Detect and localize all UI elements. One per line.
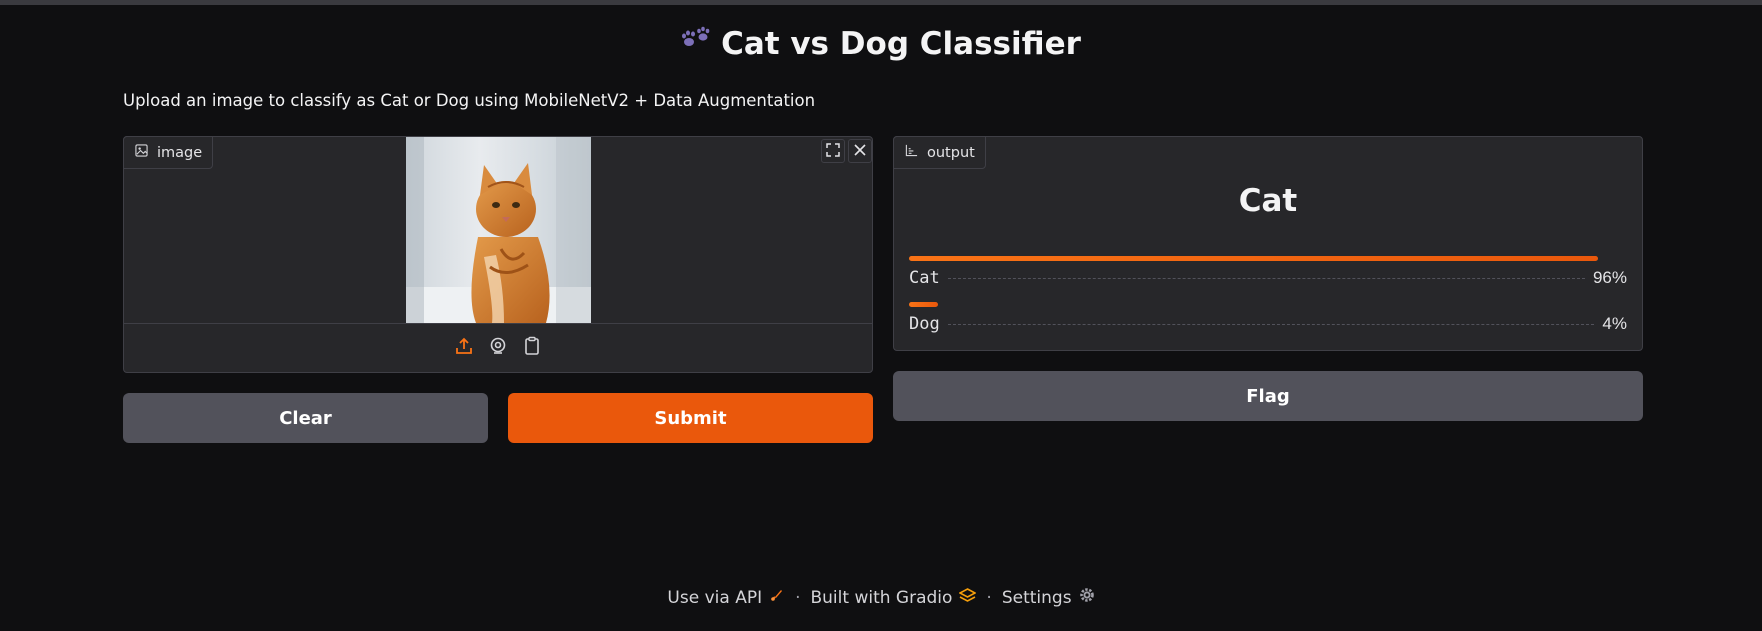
clear-image-button[interactable]: [848, 139, 872, 163]
upload-icon: [454, 336, 474, 360]
uploaded-cat-image: [406, 137, 591, 323]
gear-icon: [1079, 587, 1095, 608]
clear-button[interactable]: Clear: [123, 393, 488, 443]
output-label: output: [927, 144, 975, 161]
image-input-panel[interactable]: image: [123, 136, 873, 373]
confidence-row-cat: Cat 96%: [909, 256, 1627, 288]
webcam-button[interactable]: [487, 337, 509, 359]
image-icon: [135, 144, 148, 161]
output-label-chip: output: [893, 136, 986, 169]
confidence-row-dog: Dog 4%: [909, 302, 1627, 334]
close-icon: [853, 142, 867, 161]
submit-button[interactable]: Submit: [508, 393, 873, 443]
confidence-bar-dog: [909, 302, 938, 307]
paste-clipboard-button[interactable]: [521, 336, 543, 360]
flag-button[interactable]: Flag: [893, 371, 1643, 421]
footer-separator: ·: [986, 587, 992, 608]
dotted-leader: [947, 324, 1595, 325]
confidence-label-cat: Cat: [909, 268, 940, 288]
confidence-value-dog: 4%: [1602, 314, 1627, 333]
image-source-toolbar: [124, 323, 872, 372]
page-description: Upload an image to classify as Cat or Do…: [123, 91, 816, 110]
use-via-api-link[interactable]: Use via API: [667, 587, 785, 608]
predicted-label: Cat: [1238, 183, 1298, 219]
use-via-api-label: Use via API: [667, 587, 763, 608]
webcam-icon: [488, 336, 508, 360]
settings-label: Settings: [1001, 587, 1072, 608]
output-panel: output Cat Cat 96% Dog 4%: [893, 136, 1643, 351]
confidence-label-dog: Dog: [909, 314, 940, 334]
image-label: image: [157, 144, 203, 161]
dotted-leader: [947, 278, 1585, 279]
fullscreen-button[interactable]: [821, 139, 845, 163]
built-with-gradio-label: Built with Gradio: [810, 587, 953, 608]
confidence-value-cat: 96%: [1592, 268, 1627, 287]
paw-prints-icon: [681, 26, 711, 59]
gradio-logo-icon: [958, 587, 978, 608]
chart-icon: [905, 144, 918, 161]
clipboard-icon: [522, 336, 542, 360]
top-strip: [0, 0, 1762, 5]
page-title-text: Cat vs Dog Classifier: [721, 26, 1081, 62]
upload-button[interactable]: [453, 337, 475, 359]
image-label-chip: image: [123, 136, 214, 169]
fullscreen-icon: [826, 142, 840, 161]
image-preview-area[interactable]: [124, 137, 872, 323]
rocket-icon: [769, 587, 785, 608]
footer: Use via API · Built with Gradio · Settin…: [0, 587, 1762, 608]
page-title: Cat vs Dog Classifier: [0, 26, 1762, 62]
confidence-bar-cat: [909, 256, 1599, 261]
footer-separator: ·: [795, 587, 801, 608]
built-with-gradio-link[interactable]: Built with Gradio: [810, 587, 978, 608]
settings-link[interactable]: Settings: [1002, 587, 1095, 608]
